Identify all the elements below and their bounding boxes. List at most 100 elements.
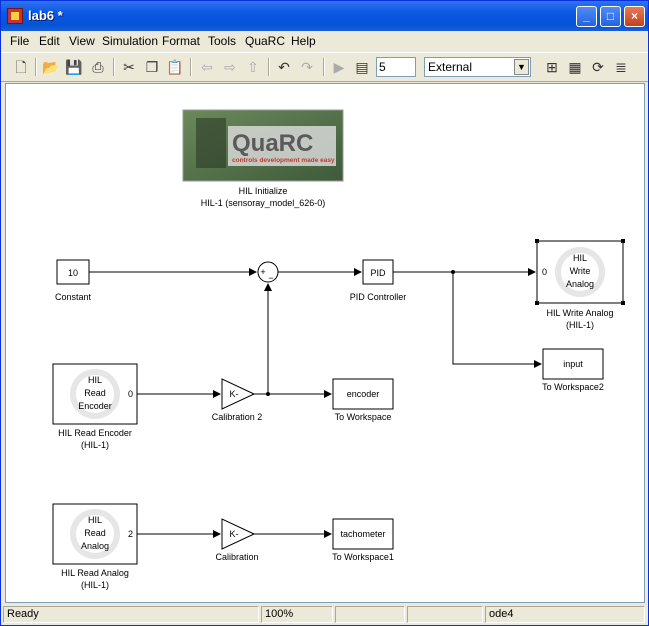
selection-handle[interactable] [535, 239, 539, 243]
calibration2-text: K- [230, 389, 239, 399]
to-workspace1-label: To Workspace1 [332, 552, 394, 562]
sum-minus-sign: − [268, 273, 273, 283]
minimize-button[interactable]: _ [576, 6, 597, 27]
play-icon[interactable]: ▶ [329, 57, 349, 77]
pid-text: PID [370, 268, 386, 278]
sum-plus-sign: + [260, 267, 265, 277]
pid-label: PID Controller [350, 292, 407, 302]
up-arrow-icon[interactable]: ⇧ [243, 57, 263, 77]
simulation-mode-value: External [428, 60, 473, 74]
toolbar-separator [190, 58, 192, 76]
quarc-logo-text: QuaRC [232, 130, 313, 157]
refresh-icon[interactable]: ⟳ [588, 57, 608, 77]
save-icon[interactable]: 💾 [64, 57, 84, 77]
hil-write-analog-port: 0 [542, 267, 547, 277]
simulink-model-icon [7, 8, 23, 24]
signal-line[interactable] [452, 272, 542, 368]
paste-icon[interactable]: 📋 [165, 57, 185, 77]
toolbar-separator [268, 58, 270, 76]
toolbar-separator [323, 58, 325, 76]
stop-time-icon: ▤ [355, 59, 369, 75]
window-title: lab6 * [28, 8, 63, 23]
selection-handle[interactable] [535, 301, 539, 305]
block-diagram[interactable]: QuaRC controls development made easy HIL… [6, 84, 644, 602]
library-icon[interactable]: ▦ [565, 57, 585, 77]
hil-write-analog-line2: Write [570, 266, 591, 276]
copy-icon[interactable]: ❐ [142, 57, 162, 77]
constant-label: Constant [55, 292, 92, 302]
forward-arrow-icon[interactable]: ⇨ [220, 57, 240, 77]
hil-write-analog-label: HIL Write Analog [546, 308, 613, 318]
hil-write-analog-line1: HIL [573, 253, 587, 263]
close-icon: × [630, 9, 638, 23]
menu-tools[interactable]: Tools [208, 34, 236, 48]
maximize-icon: □ [606, 9, 615, 23]
menu-quarc[interactable]: QuaRC [245, 34, 285, 48]
to-workspace1-var: tachometer [340, 529, 385, 539]
chevron-down-icon[interactable]: ▼ [514, 59, 529, 75]
hil-read-analog-line1: HIL [88, 515, 102, 525]
redo-icon[interactable]: ↷ [297, 57, 317, 77]
hil-initialize-block[interactable]: QuaRC controls development made easy [182, 109, 344, 182]
hil-read-encoder-port: 0 [128, 389, 133, 399]
hil-write-analog-line3: Analog [566, 279, 594, 289]
hil-read-encoder-line2: Read [84, 388, 106, 398]
status-state: Ready [3, 606, 259, 623]
simulation-mode-select[interactable]: External ▼ [424, 57, 531, 77]
open-folder-icon[interactable]: 📂 [41, 57, 61, 77]
menu-bar: File Edit View Simulation Format Tools Q… [1, 31, 648, 51]
toolbar-separator [35, 58, 37, 76]
to-workspace-var: encoder [347, 389, 380, 399]
stack-icon[interactable]: ≣ [611, 57, 631, 77]
selection-handle[interactable] [621, 301, 625, 305]
constant-value: 10 [68, 268, 78, 278]
cut-icon[interactable]: ✂ [119, 57, 139, 77]
hil-read-analog-line3: Analog [81, 541, 109, 551]
branch-point [266, 392, 270, 396]
hil-initialize-board-label: HIL-1 (sensoray_model_626-0) [201, 198, 326, 208]
hil-read-analog-line2: Read [84, 528, 106, 538]
hil-read-analog-label: HIL Read Analog [61, 568, 129, 578]
hil-read-encoder-label: HIL Read Encoder [58, 428, 132, 438]
board-chips [196, 118, 226, 168]
toolbar-separator [113, 58, 115, 76]
calibration-text: K- [230, 529, 239, 539]
status-empty-cell [407, 606, 483, 623]
hil-read-encoder-sublabel: (HIL-1) [81, 440, 109, 450]
to-workspace2-label: To Workspace2 [542, 382, 604, 392]
minimize-icon: _ [583, 9, 590, 23]
hil-read-analog-sublabel: (HIL-1) [81, 580, 109, 590]
hil-read-encoder-line1: HIL [88, 375, 102, 385]
to-workspace-label: To Workspace [335, 412, 392, 422]
quarc-tagline: controls development made easy [232, 157, 335, 164]
status-empty-cell [335, 606, 405, 623]
hil-initialize-label: HIL Initialize [239, 186, 288, 196]
close-button[interactable]: × [624, 6, 645, 27]
model-canvas[interactable]: QuaRC controls development made easy HIL… [5, 83, 645, 603]
stop-time-input[interactable]: 5 [376, 57, 416, 77]
menu-format[interactable]: Format [162, 34, 200, 48]
calibration-label: Calibration [215, 552, 258, 562]
status-zoom: 100% [261, 606, 333, 623]
to-workspace2-var: input [563, 359, 583, 369]
menu-help[interactable]: Help [291, 34, 316, 48]
hil-read-encoder-line3: Encoder [78, 401, 112, 411]
title-bar[interactable]: lab6 * _ □ × [1, 1, 648, 31]
menu-view[interactable]: View [69, 34, 95, 48]
selection-handle[interactable] [621, 239, 625, 243]
undo-icon[interactable]: ↶ [274, 57, 294, 77]
print-icon[interactable]: ⎙ [88, 57, 108, 77]
build-icon[interactable]: ⊞ [542, 57, 562, 77]
toolbar: 🗋 📂 💾 ⎙ ✂ ❐ 📋 ⇦ ⇨ ⇧ ↶ ↷ ▶ ▤ 5 External ▼… [1, 52, 648, 82]
hil-write-analog-sublabel: (HIL-1) [566, 320, 594, 330]
menu-simulation[interactable]: Simulation [102, 34, 158, 48]
new-file-icon[interactable]: 🗋 [11, 57, 31, 77]
status-solver: ode4 [485, 606, 645, 623]
application-window: lab6 * _ □ × File Edit View Simulation F… [0, 0, 649, 626]
branch-point [451, 270, 455, 274]
back-arrow-icon[interactable]: ⇦ [197, 57, 217, 77]
menu-file[interactable]: File [10, 34, 29, 48]
menu-edit[interactable]: Edit [39, 34, 60, 48]
hil-read-analog-port: 2 [128, 529, 133, 539]
maximize-button[interactable]: □ [600, 6, 621, 27]
